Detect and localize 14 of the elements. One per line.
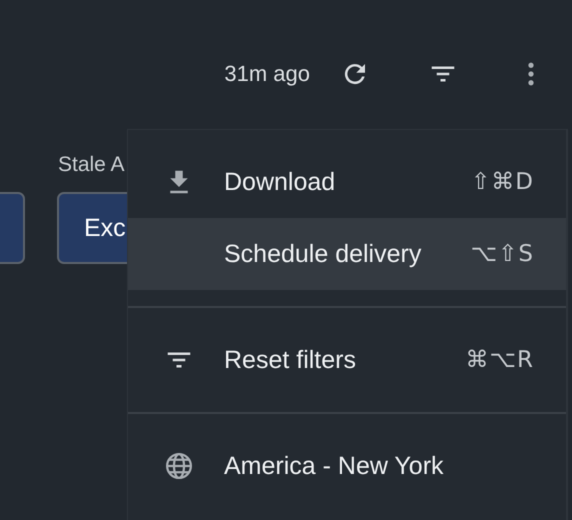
shortcut-text: ⌘⌥R <box>466 347 534 373</box>
menu-item-label: Download <box>224 168 336 196</box>
menu-item-label: Reset filters <box>224 346 357 374</box>
shortcut-text: ⇧⌘D <box>471 169 534 195</box>
shortcut-text: ⌥⇧S <box>470 241 534 267</box>
menu-item[interactable]: Reset filters ⌘⌥R <box>128 324 566 396</box>
updated-time: 31m ago <box>224 60 310 88</box>
menu-item[interactable]: America - New York <box>128 430 566 502</box>
menu-item[interactable]: Download ⇧⌘D <box>128 146 566 218</box>
filter-label: Stale A <box>58 152 126 178</box>
menu-item[interactable]: Schedule delivery ⌥⇧S <box>128 218 566 290</box>
menu-item-label: Schedule delivery <box>224 240 422 268</box>
menu-item-label: America - New York <box>224 452 445 480</box>
globe-icon <box>164 451 194 481</box>
